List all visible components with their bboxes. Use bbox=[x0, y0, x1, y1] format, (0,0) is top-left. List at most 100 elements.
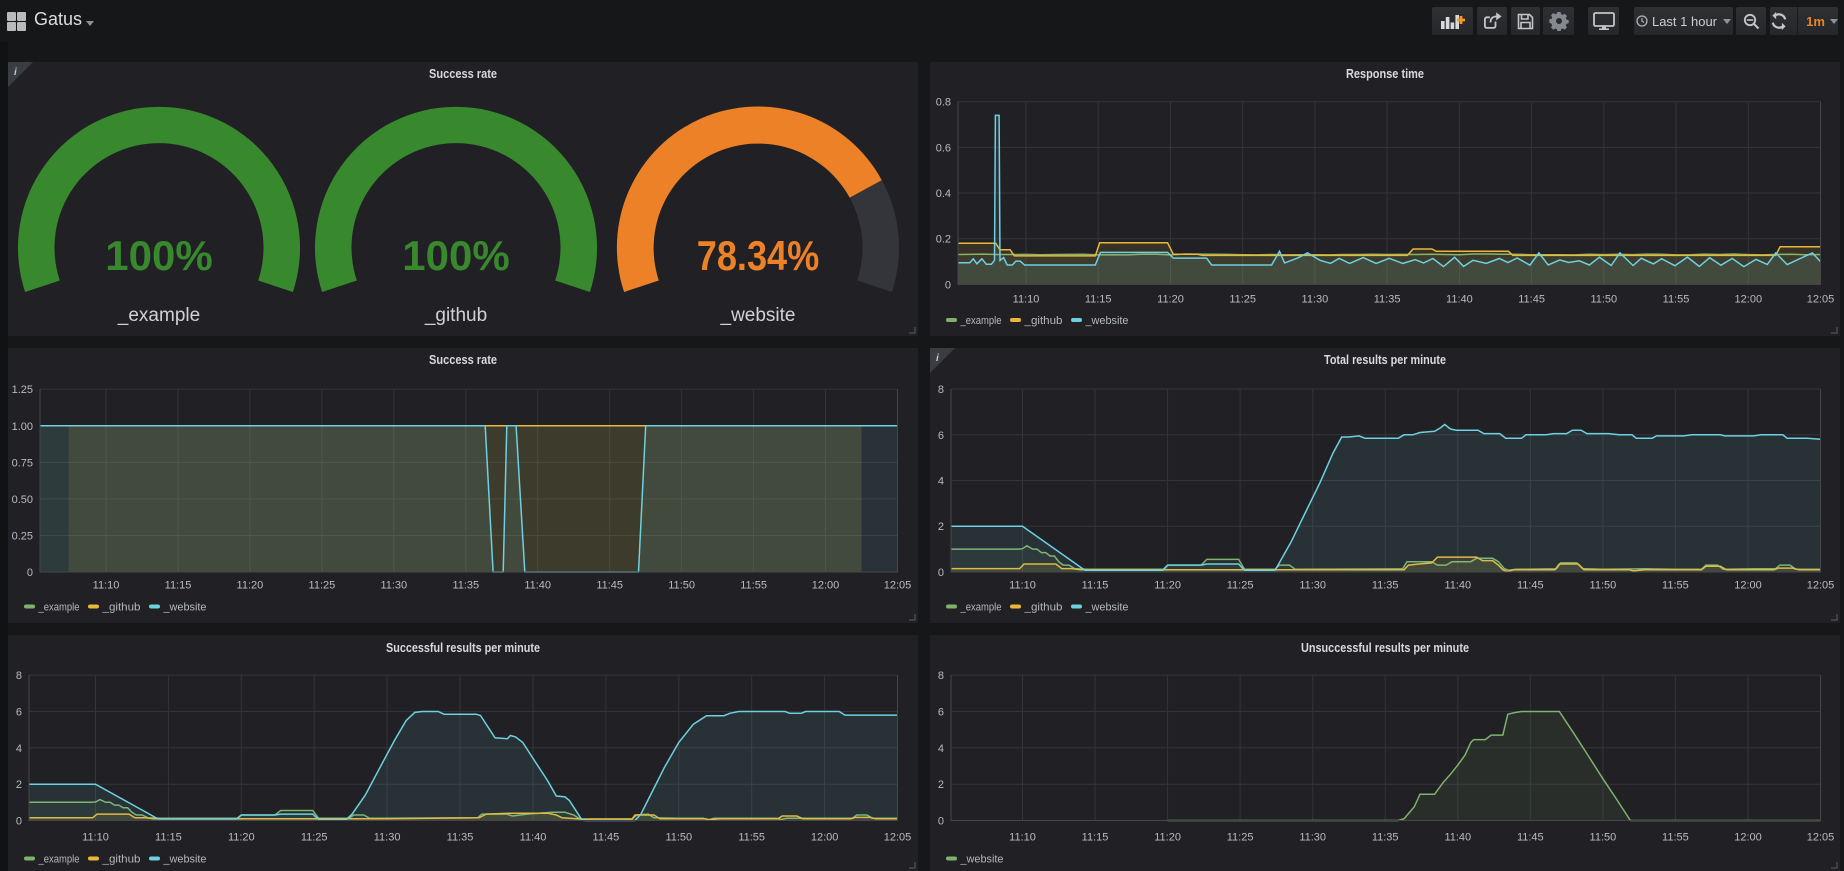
svg-text:11:20: 11:20 bbox=[228, 832, 255, 844]
svg-text:0: 0 bbox=[938, 567, 944, 579]
svg-text:11:25: 11:25 bbox=[1227, 580, 1254, 592]
svg-text:_website: _website bbox=[163, 602, 207, 614]
svg-text:0: 0 bbox=[938, 816, 944, 828]
svg-text:11:15: 11:15 bbox=[1082, 832, 1109, 844]
svg-text:11:45: 11:45 bbox=[1518, 294, 1545, 306]
svg-text:8: 8 bbox=[16, 670, 22, 682]
svg-text:11:20: 11:20 bbox=[1157, 294, 1184, 306]
svg-text:12:00: 12:00 bbox=[1734, 580, 1762, 592]
svg-text:11:25: 11:25 bbox=[1229, 294, 1256, 306]
svg-text:8: 8 bbox=[938, 670, 944, 682]
svg-text:_github: _github bbox=[1023, 315, 1062, 327]
svg-text:0.2: 0.2 bbox=[936, 234, 951, 246]
svg-text:6: 6 bbox=[938, 707, 944, 719]
svg-text:11:15: 11:15 bbox=[165, 580, 192, 592]
svg-text:_website: _website bbox=[1085, 602, 1129, 614]
svg-text:11:35: 11:35 bbox=[1374, 294, 1401, 306]
svg-text:Success rate: Success rate bbox=[429, 66, 497, 81]
svg-text:12:05: 12:05 bbox=[1807, 294, 1835, 306]
svg-text:_github: _github bbox=[424, 305, 487, 326]
svg-text:12:00: 12:00 bbox=[1735, 294, 1763, 306]
svg-text:0.8: 0.8 bbox=[936, 97, 951, 109]
svg-text:_website: _website bbox=[163, 854, 207, 866]
svg-text:_github: _github bbox=[101, 854, 140, 866]
svg-text:11:55: 11:55 bbox=[738, 832, 765, 844]
svg-text:_example: _example bbox=[38, 854, 80, 866]
svg-text:11:50: 11:50 bbox=[1590, 580, 1617, 592]
svg-text:Successful results per minute: Successful results per minute bbox=[386, 640, 540, 655]
svg-text:_github: _github bbox=[101, 602, 140, 614]
svg-text:11:50: 11:50 bbox=[1590, 294, 1617, 306]
svg-text:i: i bbox=[936, 353, 939, 364]
svg-text:11:55: 11:55 bbox=[1662, 580, 1689, 592]
svg-text:8: 8 bbox=[938, 384, 944, 396]
svg-text:11:50: 11:50 bbox=[668, 580, 695, 592]
svg-text:0.75: 0.75 bbox=[12, 457, 33, 469]
svg-text:11:40: 11:40 bbox=[1446, 294, 1473, 306]
svg-text:11:50: 11:50 bbox=[665, 832, 692, 844]
svg-text:6: 6 bbox=[16, 707, 22, 719]
svg-text:11:20: 11:20 bbox=[1154, 580, 1181, 592]
svg-text:_example: _example bbox=[117, 305, 200, 326]
svg-text:11:30: 11:30 bbox=[374, 832, 401, 844]
svg-text:0: 0 bbox=[27, 567, 33, 579]
svg-text:11:25: 11:25 bbox=[301, 832, 328, 844]
svg-text:11:40: 11:40 bbox=[520, 832, 547, 844]
svg-text:Success rate: Success rate bbox=[429, 352, 497, 367]
svg-text:_github: _github bbox=[1023, 602, 1062, 614]
svg-text:11:20: 11:20 bbox=[237, 580, 264, 592]
svg-text:11:25: 11:25 bbox=[309, 580, 336, 592]
svg-text:11:45: 11:45 bbox=[1517, 832, 1544, 844]
svg-text:_example: _example bbox=[38, 602, 80, 614]
svg-text:2: 2 bbox=[938, 521, 944, 533]
svg-text:78.34%: 78.34% bbox=[697, 234, 819, 280]
svg-text:11:35: 11:35 bbox=[447, 832, 474, 844]
svg-text:100%: 100% bbox=[402, 232, 509, 279]
svg-text:11:10: 11:10 bbox=[1013, 294, 1040, 306]
svg-text:_website: _website bbox=[720, 305, 796, 326]
svg-text:11:10: 11:10 bbox=[93, 580, 120, 592]
svg-text:_example: _example bbox=[960, 315, 1002, 327]
svg-text:11:15: 11:15 bbox=[155, 832, 182, 844]
svg-text:4: 4 bbox=[938, 476, 944, 488]
svg-text:11:40: 11:40 bbox=[1444, 832, 1471, 844]
svg-text:2: 2 bbox=[938, 779, 944, 791]
svg-text:11:35: 11:35 bbox=[452, 580, 479, 592]
svg-text:i: i bbox=[14, 67, 17, 78]
svg-text:0.50: 0.50 bbox=[12, 494, 33, 506]
svg-text:11:30: 11:30 bbox=[380, 580, 407, 592]
svg-text:11:30: 11:30 bbox=[1302, 294, 1329, 306]
svg-text:11:35: 11:35 bbox=[1372, 832, 1399, 844]
svg-text:11:45: 11:45 bbox=[593, 832, 620, 844]
svg-text:11:45: 11:45 bbox=[596, 580, 623, 592]
svg-text:11:25: 11:25 bbox=[1227, 832, 1254, 844]
svg-text:11:10: 11:10 bbox=[82, 832, 109, 844]
svg-text:100%: 100% bbox=[105, 232, 212, 279]
svg-text:0.4: 0.4 bbox=[936, 188, 951, 200]
svg-text:11:55: 11:55 bbox=[1663, 294, 1690, 306]
svg-text:12:05: 12:05 bbox=[884, 832, 912, 844]
svg-text:4: 4 bbox=[938, 743, 944, 755]
svg-text:11:55: 11:55 bbox=[740, 580, 767, 592]
svg-text:0.25: 0.25 bbox=[12, 531, 33, 543]
svg-text:11:15: 11:15 bbox=[1085, 294, 1112, 306]
svg-text:11:40: 11:40 bbox=[1444, 580, 1471, 592]
svg-text:12:05: 12:05 bbox=[1807, 832, 1835, 844]
svg-text:11:40: 11:40 bbox=[524, 580, 551, 592]
svg-text:Unsuccessful results per minut: Unsuccessful results per minute bbox=[1301, 640, 1469, 655]
svg-text:11:30: 11:30 bbox=[1299, 832, 1326, 844]
svg-text:6: 6 bbox=[938, 430, 944, 442]
svg-text:_website: _website bbox=[960, 854, 1004, 866]
svg-text:11:35: 11:35 bbox=[1372, 580, 1399, 592]
svg-text:11:45: 11:45 bbox=[1517, 580, 1544, 592]
svg-text:12:05: 12:05 bbox=[884, 580, 912, 592]
svg-text:0.6: 0.6 bbox=[936, 142, 951, 154]
svg-text:2: 2 bbox=[16, 779, 22, 791]
svg-text:11:10: 11:10 bbox=[1009, 832, 1036, 844]
svg-text:12:00: 12:00 bbox=[812, 580, 840, 592]
svg-text:1.00: 1.00 bbox=[12, 421, 33, 433]
svg-text:Response time: Response time bbox=[1346, 66, 1424, 81]
svg-text:11:55: 11:55 bbox=[1662, 832, 1689, 844]
svg-text:0: 0 bbox=[945, 279, 951, 291]
svg-text:11:20: 11:20 bbox=[1154, 832, 1181, 844]
